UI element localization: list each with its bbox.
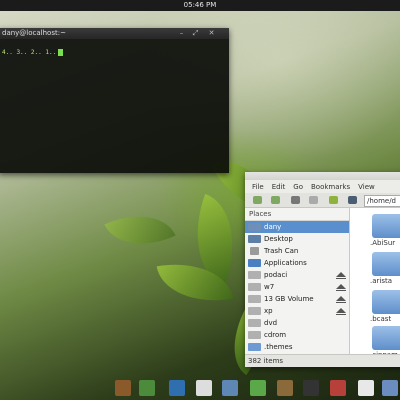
- desktop-icon: [248, 235, 261, 243]
- sidebar-item-label: w7: [264, 283, 275, 291]
- sidebar-item-trash[interactable]: Trash Can: [245, 245, 349, 257]
- applications-icon: [248, 259, 261, 267]
- wallpaper-leaf: [104, 199, 176, 261]
- sidebar-item-label: Desktop: [264, 235, 293, 243]
- up-icon[interactable]: [309, 196, 318, 204]
- sidebar-item-podaci[interactable]: podaci: [245, 269, 349, 281]
- dropdown-icon[interactable]: [291, 196, 300, 204]
- home-icon[interactable]: [329, 196, 338, 204]
- folder-label[interactable]: .AbiSur: [370, 239, 395, 247]
- sidebar-item-13gb-volume[interactable]: 13 GB Volume: [245, 293, 349, 305]
- drive-icon: [248, 283, 261, 291]
- status-bar: 382 items: [245, 354, 400, 367]
- sidebar-item-desktop[interactable]: Desktop: [245, 233, 349, 245]
- terminal-window[interactable]: dany@localhost:~ – ⤢ ✕ 4.. 3.. 2.. 1..: [0, 28, 229, 173]
- minimize-icon[interactable]: –: [178, 30, 185, 37]
- file-view[interactable]: .AbiSur .arista .bcast .cinnam: [350, 208, 400, 359]
- settings-icon[interactable]: [382, 380, 398, 396]
- signpost-icon[interactable]: [115, 380, 131, 396]
- hardware-icon[interactable]: [303, 380, 319, 396]
- menu-file[interactable]: File: [252, 183, 264, 191]
- archive-icon[interactable]: [277, 380, 293, 396]
- drive-icon: [248, 295, 261, 303]
- folder-label[interactable]: .arista: [370, 277, 392, 285]
- drive-icon: [248, 331, 261, 339]
- sidebar-item-applications[interactable]: Applications: [245, 257, 349, 269]
- folder-icon[interactable]: [372, 252, 400, 276]
- sidebar-item-label: Applications: [264, 259, 307, 267]
- terminal-output[interactable]: 4.. 3.. 2.. 1..: [0, 39, 229, 66]
- sidebar-item-w7[interactable]: w7: [245, 281, 349, 293]
- menu-bookmarks[interactable]: Bookmarks: [311, 183, 350, 191]
- drive-icon: [248, 319, 261, 327]
- drive-icon: [248, 307, 261, 315]
- sidebar-item-cdrom[interactable]: cdrom: [245, 329, 349, 341]
- terminal-cursor: [58, 49, 64, 56]
- close-icon[interactable]: ✕: [208, 30, 215, 37]
- folder-icon[interactable]: [372, 326, 400, 350]
- sidebar-item-label: dany: [264, 223, 282, 231]
- file-manager-titlebar[interactable]: [245, 172, 400, 180]
- sidebar-item-label: 13 GB Volume: [264, 295, 314, 303]
- sidebar-item-xp[interactable]: xp: [245, 305, 349, 317]
- dock: [0, 376, 400, 400]
- menu-bar: File Edit Go Bookmarks View: [245, 180, 400, 193]
- maximize-icon[interactable]: ⤢: [192, 30, 199, 37]
- menu-edit[interactable]: Edit: [272, 183, 286, 191]
- eject-icon[interactable]: [336, 284, 346, 291]
- eject-icon[interactable]: [336, 296, 346, 303]
- drive-icon: [248, 271, 261, 279]
- folder-label[interactable]: .bcast: [370, 315, 391, 323]
- top-panel: 05:46 PM: [0, 0, 400, 11]
- trash-icon: [250, 247, 259, 255]
- terminal-title: dany@localhost:~: [2, 29, 66, 37]
- terminal-line: 4.. 3.. 2.. 1..: [2, 49, 57, 56]
- terminal-icon[interactable]: [250, 380, 266, 396]
- sidebar-item-label: Trash Can: [264, 247, 299, 255]
- sidebar-item-themes[interactable]: .themes: [245, 341, 349, 353]
- menu-view[interactable]: View: [358, 183, 375, 191]
- back-icon[interactable]: [253, 196, 262, 204]
- menu-go[interactable]: Go: [293, 183, 303, 191]
- sidebar-item-label: .themes: [264, 343, 293, 351]
- panel-clock[interactable]: 05:46 PM: [0, 1, 400, 9]
- calculator-icon[interactable]: [222, 380, 238, 396]
- eject-icon[interactable]: [336, 272, 346, 279]
- forward-icon[interactable]: [271, 196, 280, 204]
- sidebar-item-label: xp: [264, 307, 273, 315]
- places-sidebar: Places dany Desktop Trash Can Applicatio…: [245, 208, 350, 354]
- eject-icon[interactable]: [336, 308, 346, 315]
- text-editor-icon[interactable]: [358, 380, 374, 396]
- sidebar-item-label: dvd: [264, 319, 278, 327]
- toolbar: /home/d: [245, 193, 400, 208]
- sidebar-item-label: cdrom: [264, 331, 287, 339]
- image-viewer-icon[interactable]: [139, 380, 155, 396]
- camera-icon[interactable]: [169, 380, 185, 396]
- terminal-titlebar[interactable]: dany@localhost:~ – ⤢ ✕: [0, 28, 229, 39]
- home-folder-icon: [248, 223, 261, 231]
- location-toggle-icon[interactable]: [348, 196, 357, 204]
- places-header: Places: [245, 208, 349, 221]
- sidebar-item-dany[interactable]: dany: [245, 221, 349, 233]
- sidebar-item-dvd[interactable]: dvd: [245, 317, 349, 329]
- media-player-icon[interactable]: [330, 380, 346, 396]
- sidebar-item-label: podaci: [264, 271, 288, 279]
- location-bar[interactable]: /home/d: [364, 195, 400, 207]
- folder-icon: [248, 343, 261, 351]
- folder-icon[interactable]: [372, 214, 400, 238]
- folder-icon[interactable]: [372, 290, 400, 314]
- file-manager-window[interactable]: File Edit Go Bookmarks View /home/d Plac…: [245, 172, 400, 367]
- document-icon[interactable]: [196, 380, 212, 396]
